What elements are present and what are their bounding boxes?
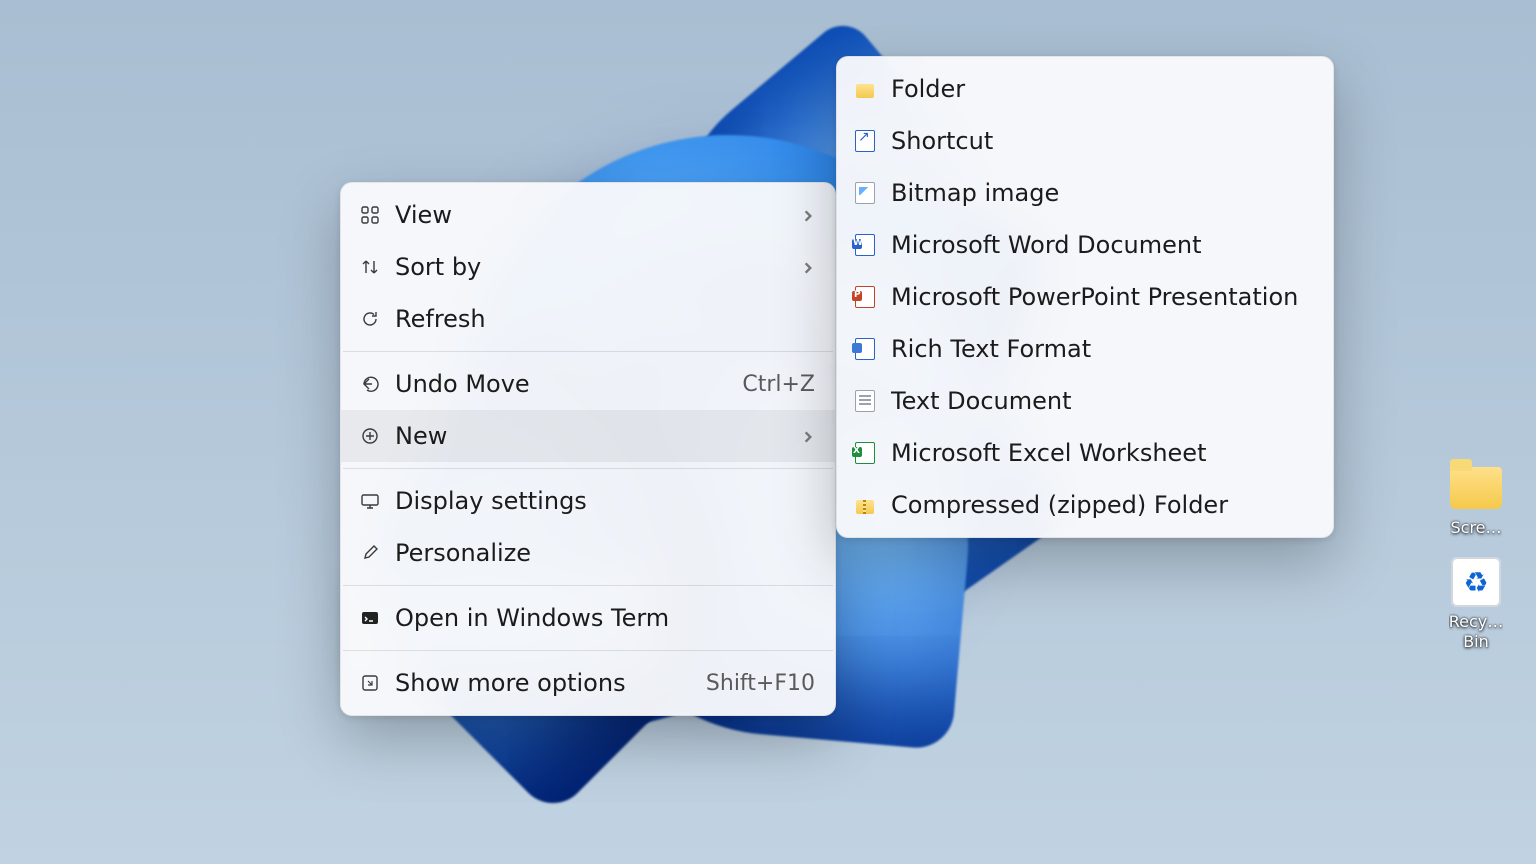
word-icon	[855, 235, 875, 255]
menu-item-label: Refresh	[395, 305, 815, 333]
submenu-item-label: Compressed (zipped) Folder	[891, 491, 1313, 519]
submenu-item[interactable]: Microsoft Word Document	[837, 219, 1333, 271]
shortcut-icon	[855, 131, 875, 151]
chevron-right-icon	[801, 422, 815, 450]
menu-separator	[343, 650, 833, 651]
undo-icon	[359, 373, 381, 395]
refresh-icon	[359, 308, 381, 330]
menu-item-view[interactable]: View	[341, 189, 835, 241]
menu-item-label: Undo Move	[395, 370, 718, 398]
desktop-icons: Scre… ♻ Recy… Bin	[1428, 460, 1524, 652]
display-icon	[359, 490, 381, 512]
sort-icon	[359, 256, 381, 278]
submenu-item-label: Folder	[891, 75, 1313, 103]
menu-separator	[343, 585, 833, 586]
menu-item-label: Display settings	[395, 487, 815, 515]
submenu-item-label: Microsoft PowerPoint Presentation	[891, 283, 1313, 311]
menu-item-new[interactable]: New	[341, 410, 835, 462]
menu-item-label: View	[395, 201, 777, 229]
txt-icon	[855, 391, 875, 411]
bmp-icon	[855, 183, 875, 203]
menu-item-refresh[interactable]: Refresh	[341, 293, 835, 345]
menu-separator	[343, 468, 833, 469]
menu-item-label: Open in Windows Term	[395, 604, 815, 632]
recycle-bin-icon: ♻	[1448, 554, 1504, 610]
submenu-item-label: Shortcut	[891, 127, 1313, 155]
menu-item-show-more-options[interactable]: Show more options Shift+F10	[341, 657, 835, 709]
submenu-item-label: Rich Text Format	[891, 335, 1313, 363]
chevron-right-icon	[801, 253, 815, 281]
desktop-icon-label: Scre…	[1450, 518, 1501, 538]
zip-icon	[855, 495, 875, 515]
grid-icon	[359, 204, 381, 226]
folder-icon	[855, 79, 875, 99]
desktop-icon-recycle-bin[interactable]: ♻ Recy… Bin	[1434, 554, 1518, 652]
menu-item-accelerator: Ctrl+Z	[742, 372, 815, 397]
submenu-item[interactable]: Microsoft Excel Worksheet	[837, 427, 1333, 479]
menu-item-personalize[interactable]: Personalize	[341, 527, 835, 579]
plus-circle-icon	[359, 425, 381, 447]
submenu-item[interactable]: Rich Text Format	[837, 323, 1333, 375]
menu-item-sort-by[interactable]: Sort by	[341, 241, 835, 293]
new-submenu: Folder Shortcut Bitmap image Microsoft Word…	[836, 56, 1334, 538]
terminal-icon	[359, 607, 381, 629]
rtf-icon	[855, 339, 875, 359]
submenu-item-label: Microsoft Excel Worksheet	[891, 439, 1313, 467]
menu-item-label: Sort by	[395, 253, 777, 281]
ppt-icon	[855, 287, 875, 307]
menu-item-accelerator: Shift+F10	[706, 671, 815, 696]
submenu-item-label: Bitmap image	[891, 179, 1313, 207]
desktop-icon-label: Recy… Bin	[1449, 612, 1504, 652]
submenu-item[interactable]: Text Document	[837, 375, 1333, 427]
submenu-item-label: Text Document	[891, 387, 1313, 415]
submenu-item[interactable]: Compressed (zipped) Folder	[837, 479, 1333, 531]
xls-icon	[855, 443, 875, 463]
menu-item-display-settings[interactable]: Display settings	[341, 475, 835, 527]
desktop-context-menu: View Sort by Refresh Undo Move Ctrl+Z Ne…	[340, 182, 836, 716]
menu-item-label: Show more options	[395, 669, 682, 697]
brush-icon	[359, 542, 381, 564]
menu-separator	[343, 351, 833, 352]
submenu-item[interactable]: Microsoft PowerPoint Presentation	[837, 271, 1333, 323]
submenu-item[interactable]: Folder	[837, 63, 1333, 115]
folder-icon	[1448, 460, 1504, 516]
submenu-item-label: Microsoft Word Document	[891, 231, 1313, 259]
menu-item-label: Personalize	[395, 539, 815, 567]
menu-item-undo-move[interactable]: Undo Move Ctrl+Z	[341, 358, 835, 410]
expand-icon	[359, 672, 381, 694]
menu-item-open-terminal[interactable]: Open in Windows Term	[341, 592, 835, 644]
submenu-item[interactable]: Shortcut	[837, 115, 1333, 167]
desktop-icon-folder[interactable]: Scre…	[1434, 460, 1518, 538]
submenu-item[interactable]: Bitmap image	[837, 167, 1333, 219]
menu-item-label: New	[395, 422, 777, 450]
chevron-right-icon	[801, 201, 815, 229]
